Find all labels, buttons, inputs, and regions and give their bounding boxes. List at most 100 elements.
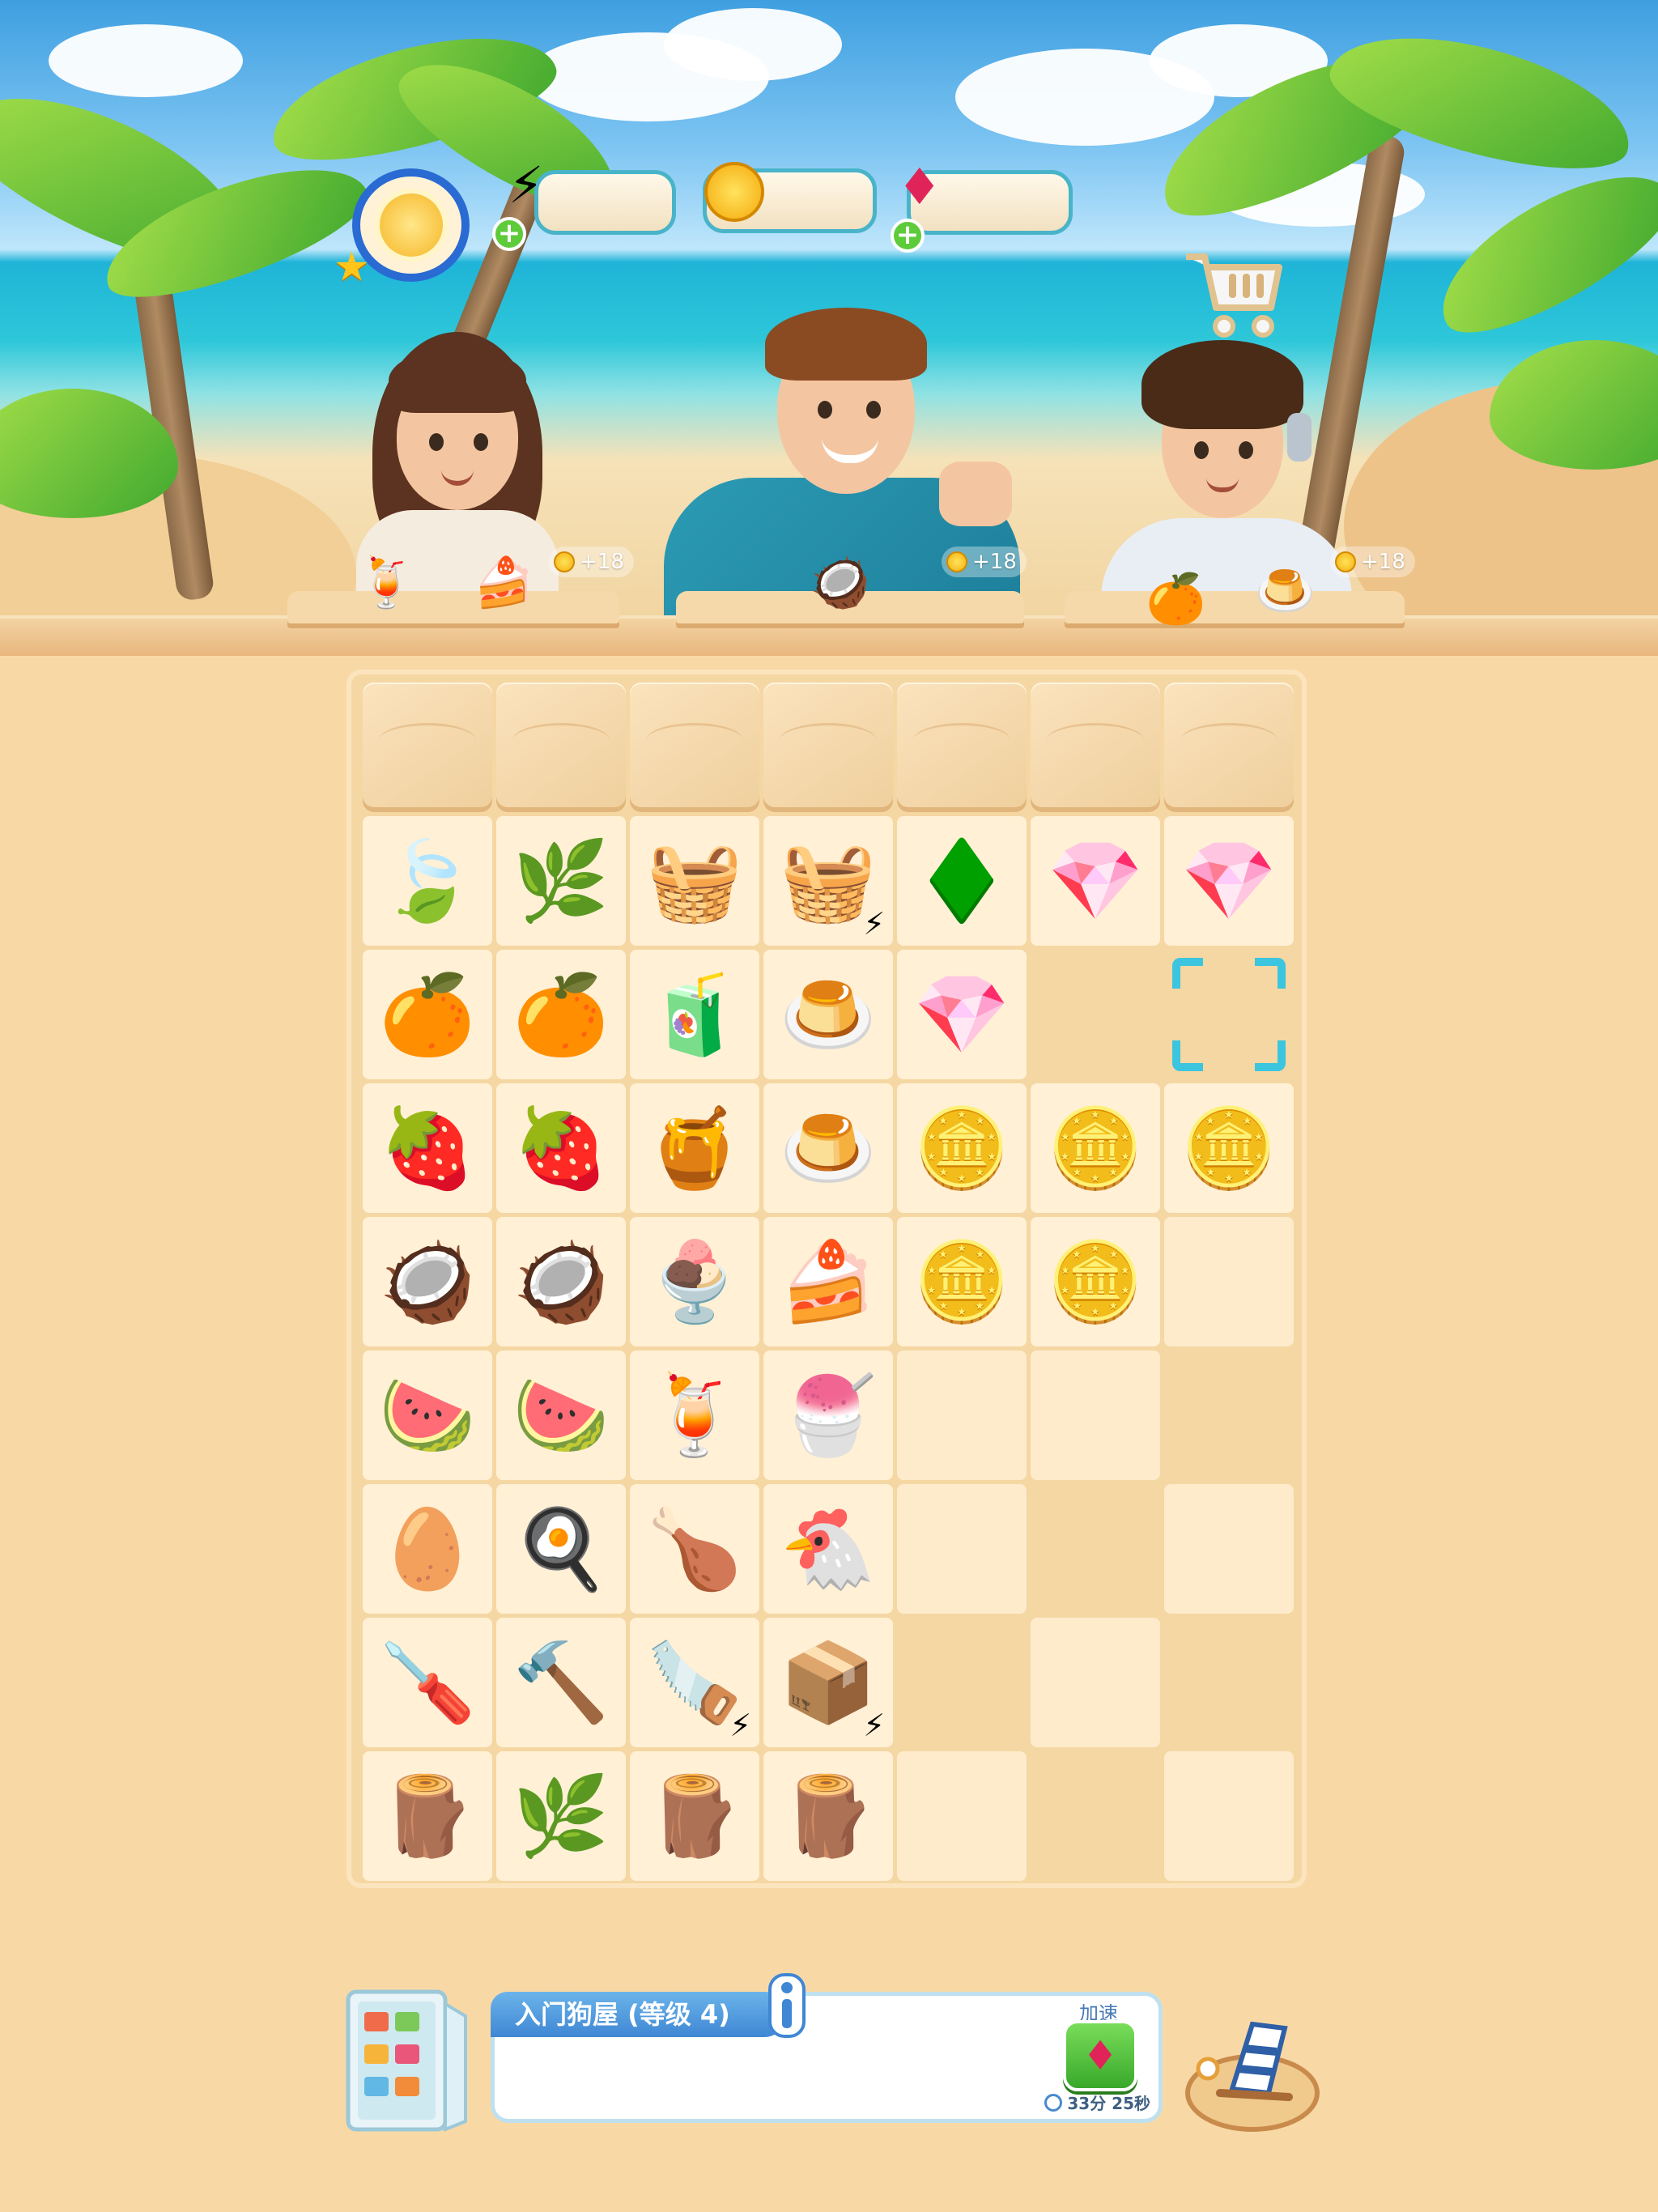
board-item-leaf-nest[interactable]: 🌿 <box>496 816 626 946</box>
board-item-orange[interactable]: 🍊 <box>363 950 492 1079</box>
saw-icon: 🪚 <box>646 1637 743 1728</box>
orange-slice-icon: 🍊 <box>512 969 610 1060</box>
watermelon-icon: 🍉 <box>379 1370 476 1461</box>
board-item-fried-egg[interactable]: 🍳 <box>496 1484 626 1614</box>
board-item-coconut-halves[interactable]: 🥥 <box>496 1217 626 1346</box>
task-panel[interactable]: 入门狗屋 (等级 4) 加速 ♦ 33分 25秒 <box>491 1973 1163 2123</box>
board-item-watermelon[interactable]: 🍉 <box>363 1351 492 1480</box>
picnic-basket-icon: 🧺 <box>780 836 877 926</box>
board-item-egg[interactable]: 🥚 <box>363 1484 492 1614</box>
board-item-crate[interactable]: 📦 ⚡ <box>763 1618 893 1747</box>
speed-up-button[interactable]: ♦ <box>1063 2020 1137 2091</box>
empty-cell[interactable] <box>897 1751 1027 1881</box>
empty-cell[interactable] <box>1164 1484 1294 1614</box>
coin-4-icon: 🪙 <box>913 1236 1010 1327</box>
info-icon[interactable] <box>768 1973 806 2038</box>
empty-cell[interactable] <box>1164 1618 1294 1747</box>
ruby-icon: ♦ <box>1082 2032 1119 2079</box>
ruby-icon: ♦ <box>897 157 942 216</box>
board-item-pudding-plate[interactable]: 🍮 <box>763 1083 893 1213</box>
locked-sand-cell[interactable] <box>763 683 893 812</box>
orange-slice-icon[interactable]: 🍊 <box>1146 575 1206 623</box>
locked-sand-cell[interactable] <box>363 683 492 812</box>
board-item-wood-plank[interactable]: 🪵 <box>363 1751 492 1881</box>
board-item-coin-1[interactable]: 🪙 <box>897 1083 1027 1213</box>
egg-icon: 🥚 <box>379 1504 476 1594</box>
board-item-orange-jelly[interactable]: 🧃 <box>630 950 759 1079</box>
locked-sand-cell[interactable] <box>1031 683 1160 812</box>
board-item-leaf[interactable]: 🍃 <box>363 816 492 946</box>
task-title: 入门狗屋 (等级 4) <box>491 1992 787 2037</box>
coconut-halves-icon: 🥥 <box>512 1236 610 1327</box>
board-item-coin-4[interactable]: 🪙 <box>897 1217 1027 1346</box>
lightning-icon: ⚡ <box>729 1708 751 1743</box>
locked-sand-cell[interactable] <box>897 683 1027 812</box>
board-item-roast-chicken[interactable]: 🐔 <box>763 1484 893 1614</box>
orange-icon: 🍊 <box>379 969 476 1060</box>
board-item-coin-3[interactable]: 🪙 <box>1164 1083 1294 1213</box>
pudding-plate-icon[interactable]: 🍮 <box>1255 567 1316 615</box>
lightning-icon: ⚡ <box>863 1708 885 1743</box>
board-item-strawberry-jam[interactable]: 🍯 <box>630 1083 759 1213</box>
orange-jelly-icon: 🧃 <box>646 969 743 1060</box>
board-item-drumstick[interactable]: 🍗 <box>630 1484 759 1614</box>
order-tray <box>287 591 619 623</box>
empty-cell[interactable] <box>1164 1351 1294 1480</box>
empty-cell[interactable] <box>1031 1351 1160 1480</box>
empty-cell[interactable] <box>1164 1751 1294 1881</box>
board-item-cake-plate[interactable]: 🍰 <box>763 1217 893 1346</box>
empty-cell[interactable] <box>1031 1484 1160 1614</box>
empty-cell[interactable] <box>1164 1217 1294 1346</box>
board-item-strawberry[interactable]: 🍓 <box>363 1083 492 1213</box>
timer-text: 33分 25秒 <box>1067 2094 1150 2113</box>
coin-icon <box>1335 551 1356 572</box>
board-item-log[interactable]: 🪵 <box>763 1751 893 1881</box>
coconut-halves-icon[interactable]: 🥥 <box>810 559 870 607</box>
customer-boy[interactable] <box>1093 332 1360 632</box>
cake-plate-icon[interactable]: 🍰 <box>474 559 534 607</box>
board-item-branch[interactable]: 🌿 <box>496 1751 626 1881</box>
board-item-orange-slice[interactable]: 🍊 <box>496 950 626 1079</box>
board-item-flan[interactable]: 🍮 <box>763 950 893 1079</box>
empty-cell[interactable] <box>897 1618 1027 1747</box>
empty-cell[interactable] <box>1031 1618 1160 1747</box>
watermelon-juice-icon[interactable]: 🍹 <box>356 559 417 607</box>
energy-bar[interactable] <box>534 170 676 235</box>
empty-cell[interactable] <box>897 1484 1027 1614</box>
board-item-coin-2[interactable]: 🪙 <box>1031 1083 1160 1213</box>
board-item-gem-1[interactable]: ♦️ <box>897 816 1027 946</box>
board-item-picnic-basket[interactable]: 🧺 ⚡ <box>763 816 893 946</box>
add-energy-button[interactable]: + <box>492 217 526 251</box>
empty-cell[interactable] <box>1031 950 1160 1079</box>
board-item-gem-3[interactable]: 💎 <box>1164 816 1294 946</box>
board-item-gem-4[interactable]: 💎 <box>897 950 1027 1079</box>
board-item-log-bundle[interactable]: 🪵 <box>630 1751 759 1881</box>
coin-icon <box>946 551 967 572</box>
board-item-saw[interactable]: 🪚 ⚡ <box>630 1618 759 1747</box>
board-item-strawberry-half[interactable]: 🍓 <box>496 1083 626 1213</box>
cloud <box>49 24 243 97</box>
board-item-watermelon-slice[interactable]: 🍉 <box>496 1351 626 1480</box>
add-gems-button[interactable]: + <box>891 219 925 253</box>
log-bundle-icon: 🪵 <box>646 1771 743 1861</box>
customer-bonus: +18 <box>942 547 1027 577</box>
board-item-hammer[interactable]: 🔨 <box>496 1618 626 1747</box>
board-item-watermelon-juice[interactable]: 🍹 <box>630 1351 759 1480</box>
board-item-berry-bowl[interactable]: 🍧 <box>763 1351 893 1480</box>
beach-chair-icon[interactable] <box>1175 1992 1321 2133</box>
fridge-icon[interactable] <box>340 1984 470 2133</box>
locked-sand-cell[interactable] <box>1164 683 1294 812</box>
board-item-chisel[interactable]: 🪛 <box>363 1618 492 1747</box>
board-item-fruit-basket[interactable]: 🧺 <box>630 816 759 946</box>
shopping-cart-icon[interactable] <box>1182 247 1287 340</box>
board-item-gem-2[interactable]: 💎 <box>1031 816 1160 946</box>
empty-cell[interactable] <box>897 1351 1027 1480</box>
empty-cell[interactable] <box>1031 1751 1160 1881</box>
selected-cell[interactable] <box>1164 950 1294 1079</box>
locked-sand-cell[interactable] <box>630 683 759 812</box>
locked-sand-cell[interactable] <box>496 683 626 812</box>
board-item-coin-5[interactable]: 🪙 <box>1031 1217 1160 1346</box>
board-item-coconut[interactable]: 🥥 <box>363 1217 492 1346</box>
board-item-coconut-dessert[interactable]: 🍨 <box>630 1217 759 1346</box>
strawberry-jam-icon: 🍯 <box>646 1103 743 1193</box>
